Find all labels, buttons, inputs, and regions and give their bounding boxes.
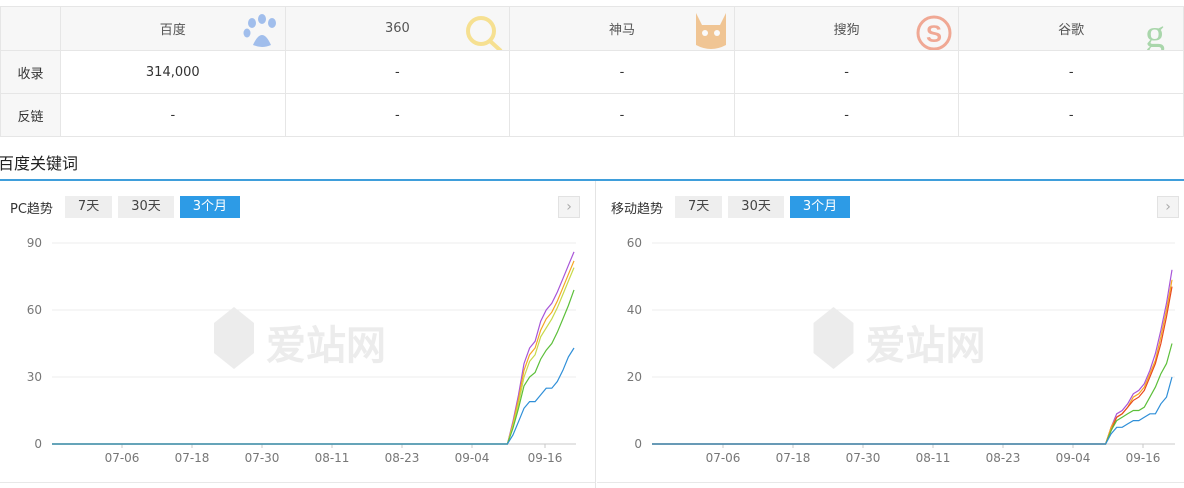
watermark-text: 爱站网 [866, 323, 986, 369]
table-row-backlinks: 反链 - - - - - [0, 93, 1184, 137]
engine-header-baidu: 百度 [60, 6, 286, 51]
cell-google-backlinks: - [958, 93, 1184, 137]
engine-name: 神马 [608, 23, 635, 38]
y-tick-label: 90 [27, 236, 42, 250]
shenma-icon [695, 13, 726, 49]
x-tick-label: 09-04 [1056, 451, 1091, 465]
section-title: 百度关键词 [0, 154, 79, 173]
engine-name: 谷歌 [1058, 23, 1085, 38]
pc-tab-30-days[interactable]: 30天 [118, 196, 174, 218]
table-row-indexed: 收录 314,000 - - - - [0, 50, 1184, 94]
y-tick-label: 40 [627, 303, 642, 317]
x-tick-label: 08-23 [385, 451, 420, 465]
mobile-tab-7-days[interactable]: 7天 [675, 196, 723, 218]
cell-sogou-backlinks: - [733, 93, 960, 137]
x-tick-label: 07-06 [105, 451, 140, 465]
chevron-right-icon: › [566, 199, 572, 215]
cell-sogou-indexed: - [733, 50, 960, 94]
engine-name: 360 [384, 21, 410, 36]
google-g-icon: g [1145, 11, 1165, 51]
mobile-range-tabs: 移动趋势 7天 30天 3个月 [611, 196, 856, 218]
pc-range-tabs: PC趋势 7天 30天 3个月 [10, 196, 246, 218]
svg-text:S: S [926, 21, 942, 48]
engine-stats-table: 百度 360 神马 搜狗 S 谷歌 g 收录 314,000 - - - - 反… [0, 6, 1184, 137]
x-tick-label: 08-11 [916, 451, 951, 465]
sogou-icon: S [916, 15, 952, 50]
y-tick-label: 60 [627, 236, 642, 250]
x-tick-label: 07-18 [175, 451, 210, 465]
table-header-row: 百度 360 神马 搜狗 S 谷歌 g [0, 6, 1184, 51]
row-label: 收录 [0, 50, 61, 94]
row-label: 反链 [0, 93, 61, 137]
x-tick-label: 09-16 [1126, 451, 1161, 465]
watermark-logo: 爱站网 [214, 307, 386, 369]
mobile-trend-chart: 爱站网 0 20 40 60 07-06 07-18 07-30 08-11 08-23 09-04… [627, 236, 1175, 465]
x-tick-label: 07-18 [776, 451, 811, 465]
watermark-text: 爱站网 [266, 323, 386, 369]
watermark-icon [214, 307, 254, 369]
cell-baidu-indexed: 314,000 [60, 50, 286, 94]
mobile-trend-panel: 移动趋势 7天 30天 3个月 › 爱站网 0 20 40 60 07-06 07-18 07… [597, 181, 1184, 488]
x-tick-label: 07-30 [846, 451, 881, 465]
engine-header-sogou: 搜狗 S [733, 6, 960, 51]
pc-trend-panel: PC趋势 7天 30天 3个月 › 爱站网 0 30 60 90 07-06 07-18 07… [0, 181, 596, 488]
x-tick-label: 07-30 [245, 451, 280, 465]
svg-text:g: g [1145, 11, 1165, 51]
x-tick-label: 08-11 [315, 451, 350, 465]
engine-header-shenma: 神马 [509, 6, 735, 51]
y-tick-label: 60 [27, 303, 42, 317]
cell-360-indexed: - [284, 50, 511, 94]
y-tick-label: 0 [34, 437, 42, 451]
y-tick-label: 30 [27, 370, 42, 384]
x-tick-label: 07-06 [706, 451, 741, 465]
chevron-right-icon: › [1165, 199, 1171, 215]
engine-header-360: 360 [284, 6, 511, 51]
x-tick-label: 09-04 [455, 451, 490, 465]
mobile-next-button[interactable]: › [1157, 196, 1179, 218]
pc-trend-chart: 爱站网 0 30 60 90 07-06 07-18 07-30 08-11 08-23 09-04… [27, 236, 576, 465]
cell-shenma-indexed: - [509, 50, 735, 94]
watermark-logo: 爱站网 [813, 307, 986, 369]
y-tick-label: 0 [634, 437, 642, 451]
pc-trend-label: PC趋势 [10, 201, 53, 217]
baidu-paw-icon [243, 14, 276, 47]
y-tick-label: 20 [627, 370, 642, 384]
pc-tab-7-days[interactable]: 7天 [64, 196, 113, 218]
cell-shenma-backlinks: - [509, 93, 735, 137]
panel-bottom-bar [597, 482, 1184, 488]
pc-tab-3-months[interactable]: 3个月 [179, 196, 241, 218]
panel-bottom-bar [0, 482, 595, 488]
x-tick-label: 09-16 [528, 451, 563, 465]
engine-header-google: 谷歌 g [958, 6, 1184, 51]
engine-name: 百度 [159, 23, 186, 38]
watermark-icon [813, 307, 854, 369]
mobile-trend-label: 移动趋势 [611, 201, 664, 217]
mobile-tab-3-months[interactable]: 3个月 [789, 196, 851, 218]
360-search-icon [466, 16, 503, 50]
cell-baidu-backlinks: - [60, 93, 286, 137]
engine-name: 搜狗 [833, 23, 860, 38]
mobile-tab-30-days[interactable]: 30天 [728, 196, 784, 218]
pc-next-button[interactable]: › [558, 196, 580, 218]
x-tick-label: 08-23 [986, 451, 1021, 465]
cell-google-indexed: - [958, 50, 1184, 94]
cell-360-backlinks: - [284, 93, 511, 137]
table-corner [0, 6, 61, 51]
series-line-5 [652, 376, 1173, 445]
